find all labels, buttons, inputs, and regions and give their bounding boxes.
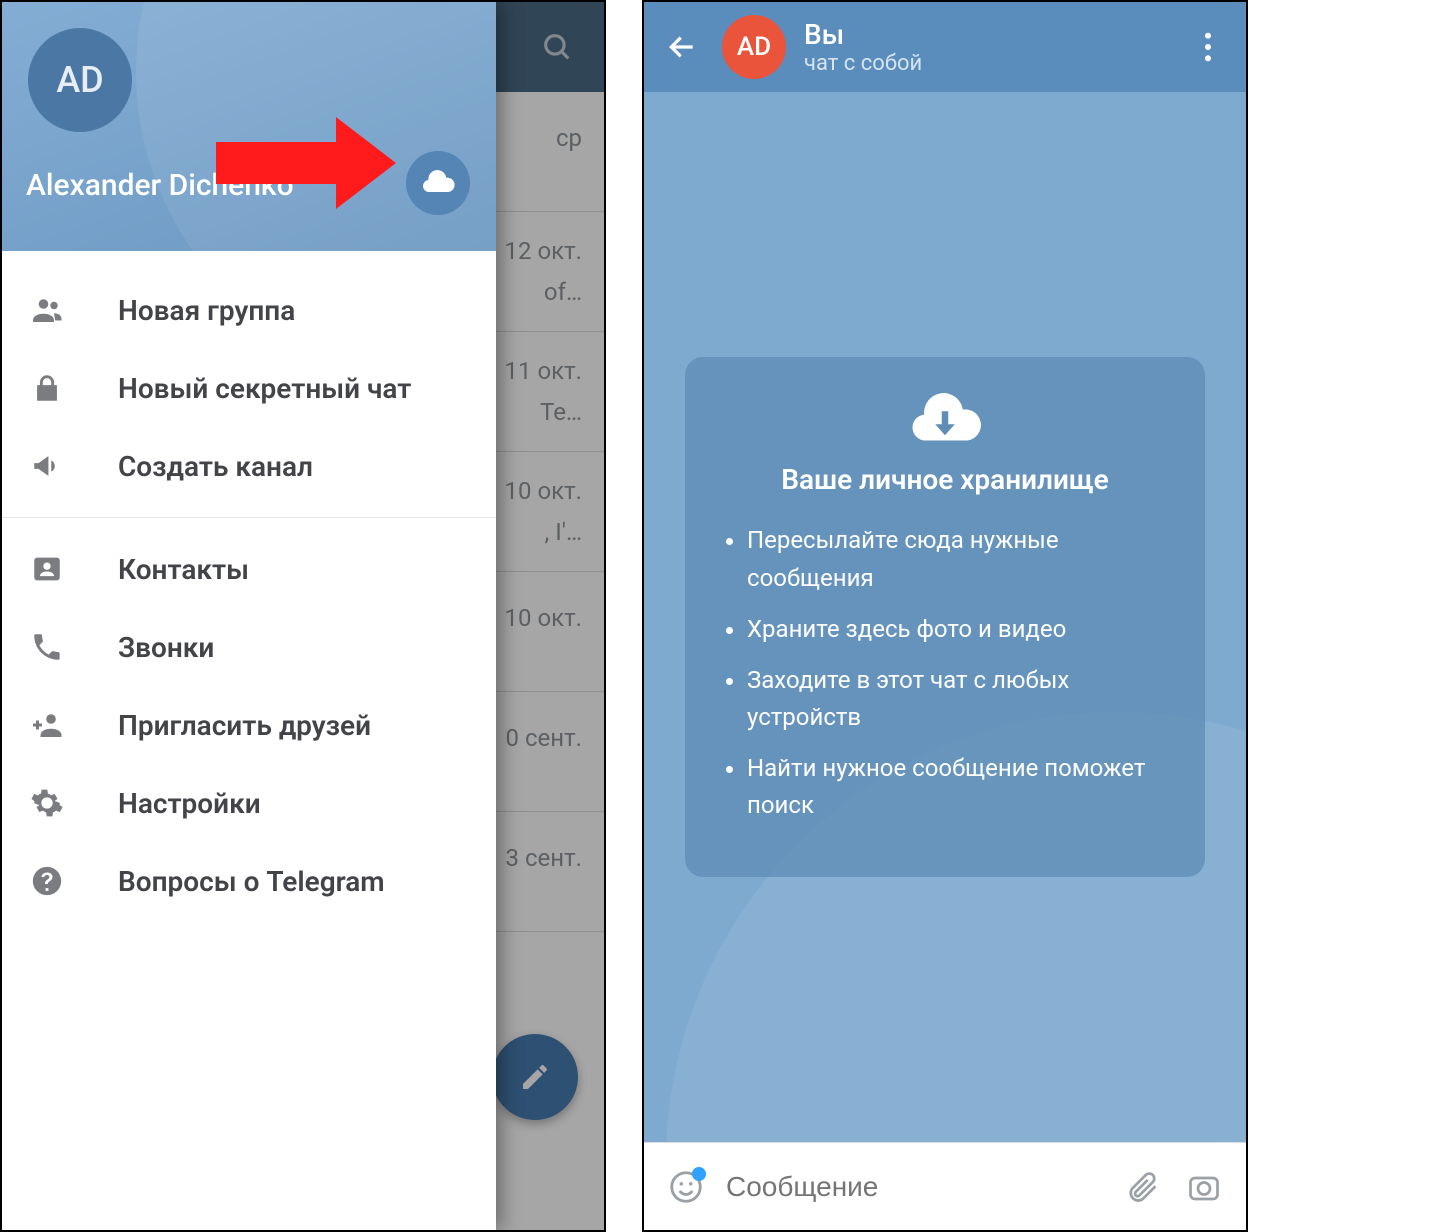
chat-avatar[interactable]: AD [722,15,786,79]
pencil-icon [519,1061,551,1093]
notification-dot [692,1167,706,1181]
menu-calls[interactable]: Звонки [2,608,496,686]
emoji-button[interactable] [664,1165,708,1209]
add-person-icon [30,707,86,743]
storage-bullet: Заходите в этот чат с любых устройств [747,662,1171,736]
attach-button[interactable] [1120,1165,1164,1209]
compose-bar [644,1142,1246,1230]
menu-settings[interactable]: Настройки [2,764,496,842]
phone-icon [30,630,86,664]
camera-icon [1186,1169,1222,1205]
more-vertical-icon [1204,32,1212,62]
annotation-arrow [216,117,396,209]
search-icon[interactable] [540,30,574,64]
menu-contacts[interactable]: Контакты [2,530,496,608]
chat-body: Ваше личное хранилище Пересылайте сюда н… [644,92,1246,1142]
chat-subtitle: чат с собой [804,51,1168,76]
storage-card: Ваше личное хранилище Пересылайте сюда н… [685,357,1205,876]
menu-label: Звонки [118,631,214,664]
chat-date: ср [556,124,582,152]
menu-faq[interactable]: Вопросы о Telegram [2,842,496,920]
storage-title: Ваше личное хранилище [719,463,1171,496]
storage-bullet: Пересылайте сюда нужные сообщения [747,522,1171,596]
storage-bullets: Пересылайте сюда нужные сообщения Хранит… [719,522,1171,824]
drawer-header: AD Alexander Dichenko [2,2,496,251]
navigation-drawer: AD Alexander Dichenko Новая группа [2,2,496,1230]
avatar-initials: AD [737,32,771,62]
menu-label: Контакты [118,553,249,586]
menu-label: Пригласить друзей [118,709,371,742]
megaphone-icon [30,449,86,483]
compose-fab[interactable] [492,1034,578,1120]
saved-messages-button[interactable] [406,151,470,215]
cloud-icon [420,165,456,201]
menu-new-channel[interactable]: Создать канал [2,427,496,505]
record-button[interactable] [1182,1165,1226,1209]
group-icon [30,292,86,328]
chat-snippet: Те… [540,398,582,426]
menu-secret-chat[interactable]: Новый секретный чат [2,349,496,427]
menu-new-group[interactable]: Новая группа [2,271,496,349]
message-input[interactable] [726,1171,1102,1203]
chat-date: 10 окт. [505,477,582,505]
menu-label: Вопросы о Telegram [118,865,385,898]
chat-date: 10 окт. [505,604,582,632]
menu-label: Новая группа [118,294,295,327]
menu-label: Настройки [118,787,261,820]
lock-icon [30,371,86,405]
paperclip-icon [1124,1169,1160,1205]
gear-icon [30,786,86,820]
help-icon [30,864,86,898]
storage-bullet: Найти нужное сообщение поможет поиск [747,750,1171,824]
chat-snippet: , I'… [545,518,582,546]
back-button[interactable] [660,25,704,69]
cloud-download-icon [719,391,1171,451]
chat-title: Вы [804,18,1168,51]
avatar-initials: AD [56,59,103,101]
menu-label: Создать канал [118,450,313,483]
menu-invite[interactable]: Пригласить друзей [2,686,496,764]
chat-date: 12 окт. [505,237,582,265]
contact-card-icon [30,552,86,586]
chat-title-block[interactable]: Вы чат с собой [804,18,1168,76]
storage-bullet: Храните здесь фото и видео [747,611,1171,648]
right-screenshot: AD Вы чат с собой Ваше личное хранилище … [642,0,1248,1232]
menu-label: Новый секретный чат [118,372,411,405]
drawer-menu: Новая группа Новый секретный чат Создать… [2,251,496,920]
chat-date: 0 сент. [506,724,582,752]
chat-date: 3 сент. [506,844,582,872]
more-button[interactable] [1186,25,1230,69]
menu-divider [2,517,496,518]
chat-date: 11 окт. [505,357,582,385]
arrow-left-icon [666,31,698,63]
user-avatar[interactable]: AD [28,28,132,132]
chat-snippet: of… [544,278,582,306]
chat-appbar: AD Вы чат с собой [644,2,1246,92]
left-screenshot: ср 12 окт. of… 11 окт. Те… 10 окт. , I'…… [0,0,606,1232]
